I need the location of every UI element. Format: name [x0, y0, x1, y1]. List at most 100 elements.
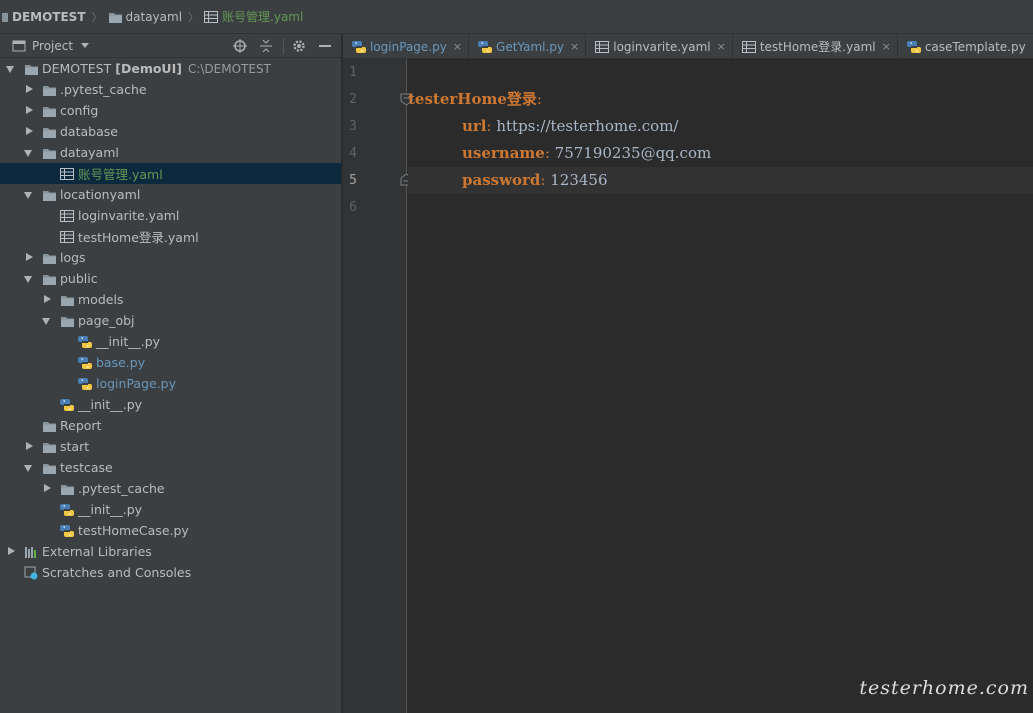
tree-item-database[interactable]: database — [0, 121, 341, 142]
breadcrumb-file[interactable]: 账号管理.yaml — [204, 0, 303, 34]
chevron-right-icon[interactable] — [42, 478, 54, 499]
chevron-down-icon[interactable] — [42, 310, 54, 331]
tree-item-page-obj[interactable]: page_obj — [0, 310, 341, 331]
tree-item-testhome-yaml[interactable]: testHome登录.yaml — [0, 226, 341, 247]
tree-item-loginpage-py[interactable]: loginPage.py — [0, 373, 341, 394]
yaml-file-icon — [60, 209, 74, 222]
line-number: 2 — [349, 92, 357, 107]
scratches-icon — [24, 566, 38, 579]
yaml-file-icon — [741, 40, 756, 53]
library-icon — [25, 546, 36, 558]
yaml-key: url — [462, 117, 487, 135]
close-icon[interactable]: × — [882, 40, 891, 53]
collapse-icon[interactable] — [255, 35, 277, 57]
tree-item-root[interactable]: DEMOTEST [DemoUI] C:\DEMOTEST — [0, 58, 341, 79]
close-icon[interactable]: × — [717, 40, 726, 53]
tab-label: loginPage.py — [370, 39, 447, 54]
chevron-right-icon[interactable] — [24, 436, 36, 457]
yaml-key: testerHome登录 — [408, 90, 537, 108]
tab-testhome-yaml[interactable]: testHome登录.yaml × — [733, 34, 898, 58]
code-line-current: password: 123456 — [408, 167, 1033, 194]
yaml-file-icon — [60, 167, 74, 180]
project-view-label: Project — [32, 38, 74, 53]
chevron-right-icon[interactable] — [42, 289, 54, 310]
chevron-down-icon[interactable] — [6, 58, 18, 79]
tree-item-logs[interactable]: logs — [0, 247, 341, 268]
python-file-icon — [478, 40, 493, 53]
code-line: username: 757190235@qq.com — [408, 140, 1033, 167]
tree-item-scratches[interactable]: Scratches and Consoles — [0, 562, 341, 583]
project-view-selector[interactable]: Project — [12, 35, 90, 57]
tree-item-label: DEMOTEST [DemoUI] — [42, 61, 182, 76]
hide-icon[interactable] — [314, 35, 336, 57]
tab-loginpage-py[interactable]: loginPage.py × — [343, 34, 470, 58]
tree-item-account-yaml[interactable]: 账号管理.yaml — [0, 163, 341, 184]
python-file-icon — [60, 503, 74, 516]
tree-item-label: models — [78, 292, 124, 307]
yaml-key: password — [462, 171, 541, 189]
code-editor[interactable]: 1 2 3 4 5 6 testerHome登录: url: https://t… — [343, 59, 1033, 713]
tab-label: GetYaml.py — [496, 39, 565, 54]
tree-item-public[interactable]: public — [0, 268, 341, 289]
tab-label: loginvarite.yaml — [613, 39, 711, 54]
chevron-right-icon[interactable] — [24, 121, 36, 142]
python-file-icon — [906, 40, 921, 53]
tree-item-testcase[interactable]: testcase — [0, 457, 341, 478]
chevron-right-icon[interactable] — [6, 541, 18, 562]
tree-item-init-py[interactable]: __init__.py — [0, 331, 341, 352]
chevron-right-icon: 〉 — [91, 10, 103, 24]
tab-getyaml-py[interactable]: GetYaml.py × — [469, 34, 587, 58]
folder-icon — [61, 316, 74, 327]
folder-icon — [43, 85, 56, 96]
tree-item-report[interactable]: Report — [0, 415, 341, 436]
close-icon[interactable]: × — [570, 40, 579, 53]
python-file-icon — [60, 524, 74, 537]
chevron-right-icon[interactable] — [24, 79, 36, 100]
locate-icon[interactable] — [229, 35, 251, 57]
editor-tabs: loginPage.py × GetYaml.py × loginvarite.… — [343, 34, 1033, 59]
tab-loginvarite-yaml[interactable]: loginvarite.yaml × — [586, 34, 733, 58]
folder-icon — [43, 274, 56, 285]
project-panel: Project DEMOTEST [DemoUI] C:\DEMOTEST .p… — [0, 34, 342, 713]
tree-item-start[interactable]: start — [0, 436, 341, 457]
tree-item-label: loginPage.py — [96, 376, 177, 391]
chevron-down-icon[interactable] — [24, 268, 36, 289]
tree-item-locationyaml[interactable]: locationyaml — [0, 184, 341, 205]
gear-icon[interactable] — [288, 35, 310, 57]
breadcrumb-folder[interactable]: datayaml — [108, 0, 183, 34]
tree-item-external-libraries[interactable]: External Libraries — [0, 541, 341, 562]
tree-item-label: .pytest_cache — [78, 481, 165, 496]
tree-item-pytest-cache[interactable]: .pytest_cache — [0, 79, 341, 100]
chevron-down-icon[interactable] — [24, 457, 36, 478]
tree-item-config[interactable]: config — [0, 100, 341, 121]
tree-item-label: testHomeCase.py — [78, 523, 189, 538]
tree-item-base-py[interactable]: base.py — [0, 352, 341, 373]
tree-item-datayaml[interactable]: datayaml — [0, 142, 341, 163]
tree-item-init-py[interactable]: __init__.py — [0, 394, 341, 415]
close-icon[interactable]: × — [453, 40, 462, 53]
yaml-value: 123456 — [545, 171, 608, 189]
folder-icon — [43, 127, 56, 138]
tree-item-pytest-cache[interactable]: .pytest_cache — [0, 478, 341, 499]
tree-item-init-py[interactable]: __init__.py — [0, 499, 341, 520]
chevron-right-icon[interactable] — [24, 100, 36, 121]
tab-casetemplate-py[interactable]: caseTemplate.py × — [898, 34, 1033, 58]
breadcrumb-project[interactable]: DEMOTEST — [2, 0, 86, 34]
chevron-right-icon[interactable] — [24, 247, 36, 268]
code-content[interactable]: testerHome登录: url: https://testerhome.co… — [408, 59, 1033, 713]
tree-item-loginvarite-yaml[interactable]: loginvarite.yaml — [0, 205, 341, 226]
folder-icon — [61, 295, 74, 306]
tab-label: testHome登录.yaml — [759, 40, 876, 54]
python-file-icon — [78, 335, 92, 348]
tree-item-label: config — [60, 103, 99, 118]
yaml-file-icon — [60, 230, 74, 243]
chevron-down-icon[interactable] — [24, 142, 36, 163]
tree-item-testhomecase-py[interactable]: testHomeCase.py — [0, 520, 341, 541]
tab-label: caseTemplate.py — [924, 39, 1026, 54]
project-icon — [2, 12, 8, 22]
breadcrumb-folder-label: datayaml — [125, 9, 183, 24]
chevron-down-icon[interactable] — [24, 184, 36, 205]
tree-item-models[interactable]: models — [0, 289, 341, 310]
folder-icon — [43, 253, 56, 264]
